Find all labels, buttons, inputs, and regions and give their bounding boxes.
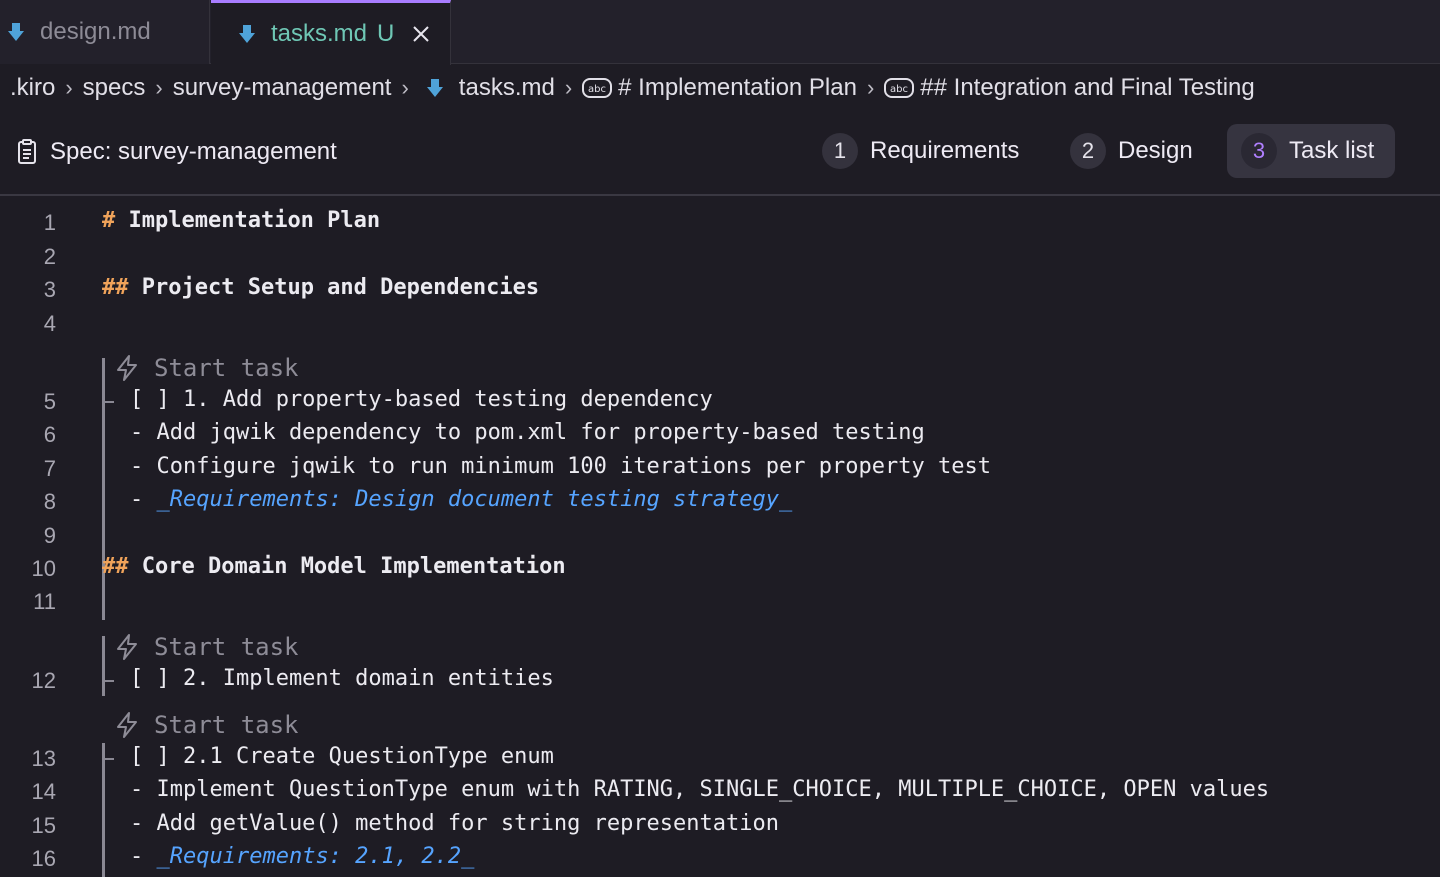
code-line: - Configure jqwik to run minimum 100 ite… <box>130 454 991 479</box>
heading-text: Project Setup and Dependencies <box>141 275 540 300</box>
chevron-right-icon: › <box>564 75 573 100</box>
task-block-bar <box>102 358 105 620</box>
lightning-icon <box>117 634 137 660</box>
requirements-link[interactable]: _Requirements: 2.1, 2.2_ <box>157 844 475 869</box>
start-task-codelens[interactable]: Start task <box>114 633 299 661</box>
tab-label: design.md <box>40 18 151 45</box>
code-line: # Implementation Plan <box>102 208 381 233</box>
spec-title: Spec: survey-management <box>16 138 337 166</box>
task-line: [ ] 1. Add property-based testing depend… <box>130 387 713 412</box>
breadcrumb-item[interactable]: .kiro <box>10 74 55 102</box>
line-number: 8 <box>43 489 56 514</box>
line-number: 9 <box>43 523 56 548</box>
line-number: 4 <box>43 311 56 336</box>
codelens-label: Start task <box>154 354 299 382</box>
line-number: 16 <box>31 846 56 871</box>
step-number: 3 <box>1241 133 1277 169</box>
step-label: Design <box>1118 137 1193 164</box>
tab-tasks-md[interactable]: tasks.md U <box>211 0 451 65</box>
step-label: Requirements <box>870 137 1020 164</box>
breadcrumb-item-symbol[interactable]: abc ## Integration and Final Testing <box>884 74 1255 102</box>
chevron-right-icon: › <box>866 75 875 100</box>
untracked-badge: U <box>377 20 395 47</box>
codelens-label: Start task <box>154 711 299 739</box>
breadcrumb-label: # Implementation Plan <box>618 74 857 101</box>
task-block-bar <box>102 743 105 877</box>
breadcrumb-item[interactable]: specs <box>83 74 146 102</box>
tab-design-md[interactable]: design.md <box>0 0 210 64</box>
step-design[interactable]: 2 Design <box>1056 124 1207 178</box>
chevron-right-icon: › <box>155 75 163 100</box>
task-line: [ ] 2.1 Create QuestionType enum <box>130 744 554 769</box>
line-number: 1 <box>43 210 56 235</box>
markdown-arrow-icon <box>8 23 24 41</box>
step-number: 1 <box>822 133 858 169</box>
step-requirements[interactable]: 1 Requirements <box>808 124 1033 178</box>
code-editor[interactable]: 1 2 3 4 5 6 7 8 9 10 11 12 13 14 15 16 #… <box>0 198 1440 877</box>
task-line: [ ] 2. Implement domain entities <box>130 666 554 691</box>
task-block-tick <box>102 758 114 760</box>
svg-text:abc: abc <box>890 84 908 95</box>
requirements-link[interactable]: _Requirements: Design document testing s… <box>157 487 793 512</box>
document-icon <box>18 139 36 164</box>
chevron-right-icon: › <box>65 75 73 100</box>
breadcrumb-label: ## Integration and Final Testing <box>920 74 1255 101</box>
code-line: ## Project Setup and Dependencies <box>102 275 540 300</box>
tab-label: tasks.md <box>271 20 368 47</box>
code-line: - Implement QuestionType enum with RATIN… <box>130 777 1270 802</box>
tab-bar: design.md tasks.md U <box>0 0 1440 65</box>
spec-title-text: Spec: survey-management <box>50 138 337 165</box>
markdown-arrow-icon <box>426 79 443 97</box>
start-task-codelens[interactable]: Start task <box>114 354 299 382</box>
code-line: ## Core Domain Model Implementation <box>102 554 566 579</box>
spec-header: Spec: survey-management 1 Requirements 2… <box>0 116 1440 196</box>
code-line: - Add jqwik dependency to pom.xml for pr… <box>130 420 925 445</box>
line-number: 2 <box>43 244 56 269</box>
start-task-codelens[interactable]: Start task <box>114 711 299 739</box>
code-line: - _Requirements: 2.1, 2.2_ <box>130 844 475 869</box>
close-icon[interactable] <box>412 25 430 43</box>
string-symbol-icon: abc <box>582 78 613 98</box>
line-number: 12 <box>31 668 56 693</box>
breadcrumb-label: tasks.md <box>458 74 555 101</box>
line-number: 3 <box>43 277 56 302</box>
line-number: 6 <box>43 422 56 447</box>
breadcrumb: .kiro › specs › survey-management › task… <box>10 68 1255 108</box>
string-symbol-icon: abc <box>884 78 915 98</box>
svg-text:abc: abc <box>588 84 606 95</box>
line-number: 13 <box>31 746 56 771</box>
chevron-right-icon: › <box>401 75 409 100</box>
heading-text: Core Domain Model Implementation <box>141 554 566 579</box>
line-number: 5 <box>43 389 56 414</box>
task-block-tick <box>102 401 114 403</box>
task-block-tick <box>102 680 114 682</box>
step-number: 2 <box>1070 133 1106 169</box>
breadcrumb-item[interactable]: survey-management <box>173 74 392 102</box>
line-number: 7 <box>43 456 56 481</box>
heading-text: Implementation Plan <box>128 208 381 233</box>
breadcrumb-item-file[interactable]: tasks.md <box>419 74 555 102</box>
lightning-icon <box>117 712 137 738</box>
line-number: 15 <box>31 813 56 838</box>
step-task-list[interactable]: 3 Task list <box>1227 124 1395 178</box>
task-block-bar <box>102 636 105 696</box>
lightning-icon <box>117 355 137 381</box>
step-label: Task list <box>1289 137 1375 164</box>
markdown-arrow-icon <box>239 25 255 43</box>
line-number: 10 <box>31 556 56 581</box>
code-line: - _Requirements: Design document testing… <box>130 487 793 512</box>
line-number: 14 <box>31 779 56 804</box>
line-number: 11 <box>33 589 56 614</box>
breadcrumb-item-symbol[interactable]: abc # Implementation Plan <box>582 74 857 102</box>
code-line: - Add getValue() method for string repre… <box>130 811 780 836</box>
codelens-label: Start task <box>154 633 299 661</box>
